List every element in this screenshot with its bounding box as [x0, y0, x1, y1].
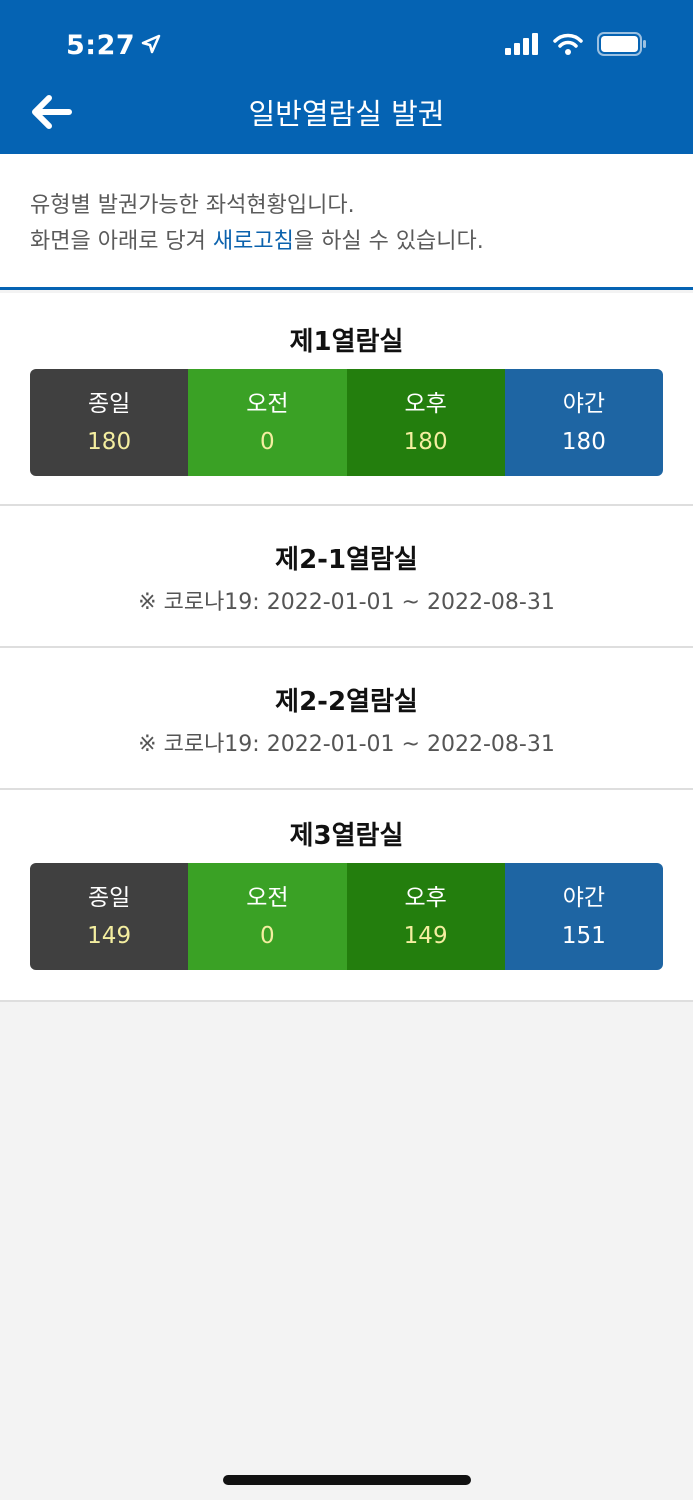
room-notice: ※ 코로나19: 2022-01-01 ~ 2022-08-31	[138, 590, 555, 615]
app-header: 5:27 일반열람실 발권	[0, 0, 693, 154]
seat-count: 151	[561, 922, 606, 949]
seat-night-button[interactable]: 야간 180	[504, 369, 663, 476]
seat-afternoon-button[interactable]: 오후 180	[346, 369, 505, 476]
room-card-2-1[interactable]: 제2-1열람실 ※ 코로나19: 2022-01-01 ~ 2022-08-31	[0, 506, 693, 648]
cellular-signal-icon	[505, 33, 539, 59]
status-time: 5:27	[66, 30, 161, 61]
room-title: 제1열람실	[289, 327, 404, 357]
room-card-2-2[interactable]: 제2-2열람실 ※ 코로나19: 2022-01-01 ~ 2022-08-31	[0, 648, 693, 790]
seat-morning-button[interactable]: 오전 0	[188, 369, 347, 476]
room-notice: ※ 코로나19: 2022-01-01 ~ 2022-08-31	[138, 732, 555, 757]
seat-label: 야간	[562, 884, 606, 911]
location-arrow-icon	[141, 30, 161, 61]
seat-label: 오후	[404, 884, 447, 911]
seat-count: 149	[403, 922, 448, 949]
wifi-icon	[553, 33, 583, 59]
room-title: 제2-1열람실	[275, 545, 418, 575]
seat-label: 오전	[246, 390, 289, 417]
seat-allday-button[interactable]: 종일 149	[30, 863, 189, 970]
info-line-1: 유형별 발권가능한 좌석현황입니다.	[30, 193, 355, 218]
room-title: 제2-2열람실	[275, 687, 418, 717]
seat-label: 종일	[87, 884, 131, 911]
info-panel: 유형별 발권가능한 좌석현황입니다. 화면을 아래로 당겨 새로고침을 하실 수…	[0, 154, 693, 290]
seat-status-bar: 종일 149 오전 0 오후 149 야간 151	[30, 863, 663, 970]
room-title: 제3열람실	[289, 821, 404, 851]
seat-count: 180	[561, 428, 606, 455]
seat-label: 종일	[87, 390, 131, 417]
status-time-text: 5:27	[66, 30, 136, 61]
seat-night-button[interactable]: 야간 151	[504, 863, 663, 970]
seat-afternoon-button[interactable]: 오후 149	[346, 863, 505, 970]
room-card-3[interactable]: 제3열람실 종일 149 오전 0 오후 149 야간 151	[0, 790, 693, 1002]
seat-label: 야간	[562, 390, 606, 417]
seat-count: 180	[87, 428, 132, 455]
info-line-2-prefix: 화면을 아래로 당겨	[30, 229, 213, 254]
status-icons	[505, 32, 647, 60]
seat-count: 0	[260, 428, 275, 455]
room-list: 제1열람실 종일 180 오전 0 오후 180 야간 180 제2-1열람실 …	[0, 293, 693, 1002]
home-indicator[interactable]	[223, 1475, 471, 1485]
seat-label: 오전	[246, 884, 289, 911]
refresh-link[interactable]: 새로고침	[213, 229, 294, 254]
page-title: 일반열람실 발권	[248, 97, 445, 131]
room-card-1[interactable]: 제1열람실 종일 180 오전 0 오후 180 야간 180	[0, 293, 693, 506]
seat-count: 0	[260, 922, 275, 949]
info-line-2-suffix: 을 하실 수 있습니다.	[293, 229, 484, 254]
info-line-2: 화면을 아래로 당겨 새로고침을 하실 수 있습니다.	[30, 224, 693, 260]
battery-icon	[597, 32, 647, 60]
seat-count: 149	[87, 922, 132, 949]
seat-status-bar: 종일 180 오전 0 오후 180 야간 180	[30, 369, 663, 476]
seat-allday-button[interactable]: 종일 180	[30, 369, 189, 476]
seat-label: 오후	[404, 390, 447, 417]
seat-morning-button[interactable]: 오전 0	[188, 863, 347, 970]
seat-count: 180	[403, 428, 448, 455]
